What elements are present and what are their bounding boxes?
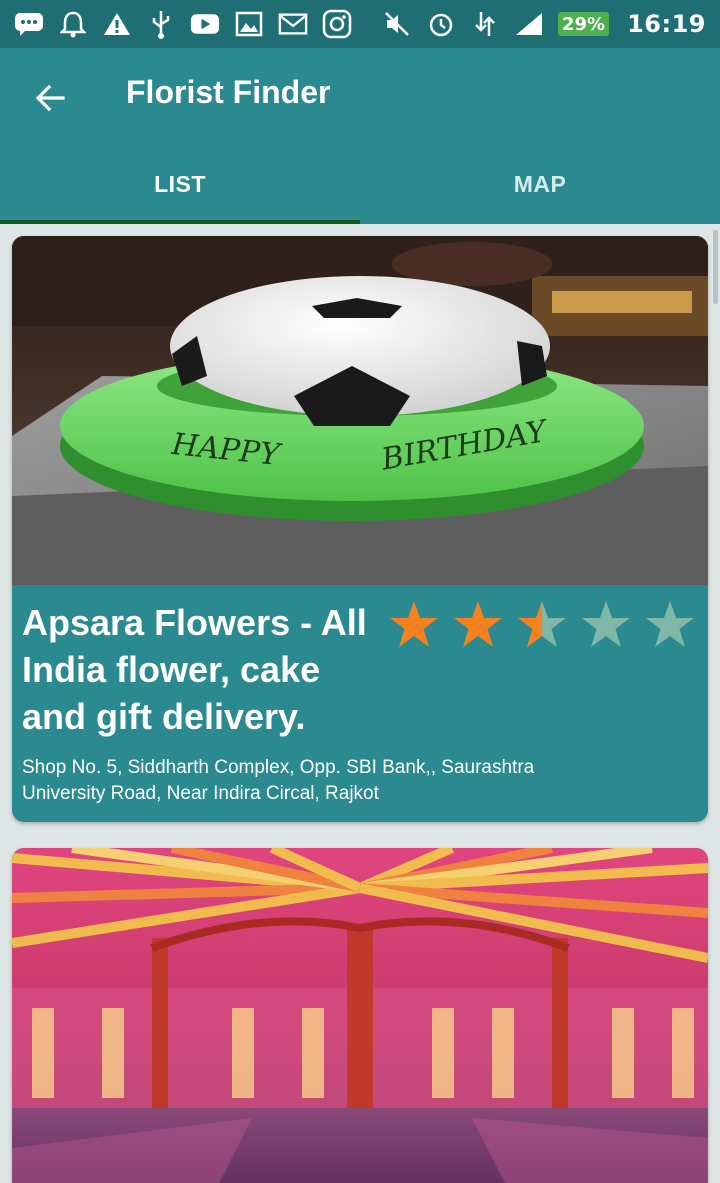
- scrollbar[interactable]: [713, 230, 718, 304]
- alarm-icon: [58, 9, 88, 39]
- instagram-icon: [322, 9, 352, 39]
- tab-list-label: LIST: [154, 170, 206, 197]
- clock: 16:19: [627, 10, 706, 38]
- tab-map[interactable]: MAP: [360, 144, 720, 224]
- chat-icon: [14, 9, 44, 39]
- warning-icon: [102, 9, 132, 39]
- tab-map-label: MAP: [513, 170, 567, 197]
- florist-name: Apsara Flowers - All India flower, cake …: [22, 602, 367, 737]
- florist-photo: [12, 848, 708, 1183]
- image-icon: [234, 9, 264, 39]
- star-empty-icon: [582, 601, 630, 647]
- mute-icon: [382, 9, 412, 39]
- tab-list[interactable]: LIST: [0, 144, 360, 224]
- star-filled-icon: [454, 601, 502, 647]
- florist-address: Shop No. 5, Siddharth Complex, Opp. SBI …: [22, 757, 535, 804]
- florist-list[interactable]: HAPPY BIRTHDAY Apsara Flowers - All Indi…: [0, 224, 720, 1183]
- star-half-icon: [518, 601, 566, 647]
- list-item[interactable]: HAPPY BIRTHDAY Apsara Flowers - All Indi…: [12, 236, 708, 822]
- back-button[interactable]: [22, 70, 78, 126]
- data-icon: [470, 9, 500, 39]
- mail-icon: [278, 9, 308, 39]
- page-title: Florist Finder: [126, 74, 331, 110]
- star-filled-icon: [390, 601, 438, 647]
- card-body: Apsara Flowers - All India flower, cake …: [12, 585, 708, 822]
- status-bar: 29% 16:19: [0, 0, 720, 48]
- battery-level: 29%: [558, 12, 610, 36]
- tab-bar: LIST MAP: [0, 144, 720, 224]
- rating-stars: [388, 599, 696, 649]
- star-empty-icon: [646, 601, 694, 647]
- florist-photo: HAPPY BIRTHDAY: [12, 236, 708, 585]
- status-icons-right: 29% 16:19: [382, 9, 706, 39]
- back-arrow-icon: [35, 84, 65, 112]
- usb-icon: [146, 9, 176, 39]
- signal-icon: [514, 9, 544, 39]
- youtube-icon: [190, 9, 220, 39]
- app-bar: Florist Finder LIST MAP: [0, 48, 720, 224]
- status-icons-left: [14, 9, 352, 39]
- list-item[interactable]: [12, 848, 708, 1183]
- battery-indicator: 29%: [558, 12, 613, 36]
- alarm-clock-icon: [426, 9, 456, 39]
